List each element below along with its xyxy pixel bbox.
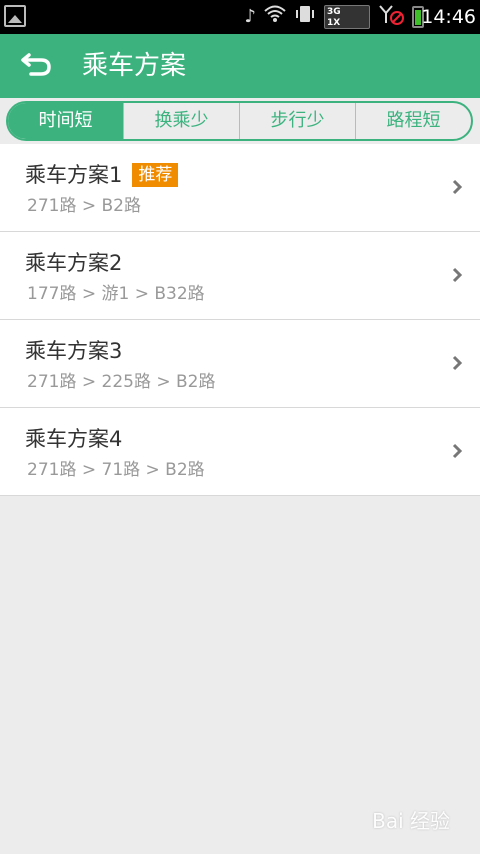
page-title: 乘车方案 [82, 51, 187, 81]
plan-list: 乘车方案1 推荐 271路 > B2路 乘车方案2 177路 > 游1 > B32… [0, 144, 480, 496]
tabs-bar: 时间短 换乘少 步行少 路程短 [0, 98, 480, 144]
list-item-plan-2[interactable]: 乘车方案2 177路 > 游1 > B32路 [0, 232, 480, 320]
tab-least-walking[interactable]: 步行少 [239, 103, 355, 139]
plan-route: 271路 > 71路 > B2路 [27, 460, 205, 480]
watermark-logo: Bai 经验 [372, 809, 450, 833]
gallery-icon [4, 5, 26, 27]
back-arrow-icon [21, 51, 53, 81]
sort-tabs: 时间短 换乘少 步行少 路程短 [6, 101, 473, 141]
status-icons: ♪ 3G 1X [244, 3, 424, 32]
no-signal-icon [378, 3, 404, 32]
chevron-right-icon [448, 178, 466, 196]
status-bar: ♪ 3G 1X 14:46 [0, 0, 480, 34]
chevron-right-icon [448, 442, 466, 460]
list-item-plan-1[interactable]: 乘车方案1 推荐 271路 > B2路 [0, 144, 480, 232]
tab-fewest-transfers[interactable]: 换乘少 [123, 103, 239, 139]
list-item-plan-3[interactable]: 乘车方案3 271路 > 225路 > B2路 [0, 320, 480, 408]
plan-route: 177路 > 游1 > B32路 [27, 284, 205, 304]
list-item-plan-4[interactable]: 乘车方案4 271路 > 71路 > B2路 [0, 408, 480, 496]
music-mute-icon: ♪ [244, 6, 257, 27]
plan-route: 271路 > 225路 > B2路 [27, 372, 216, 392]
chevron-right-icon [448, 354, 466, 372]
plan-title-text: 乘车方案1 [25, 163, 123, 187]
network-line1: 3G [327, 7, 341, 17]
title-bar: 乘车方案 [0, 34, 480, 98]
back-button[interactable] [14, 44, 60, 88]
wifi-icon [264, 5, 286, 30]
network-line2: 1X [327, 18, 341, 28]
status-time: 14:46 [421, 6, 476, 28]
plan-title: 乘车方案3 [25, 339, 123, 363]
tab-shortest-time[interactable]: 时间短 [8, 103, 123, 139]
recommended-badge: 推荐 [132, 163, 179, 187]
plan-title: 乘车方案2 [25, 251, 123, 275]
plan-title: 乘车方案4 [25, 427, 123, 451]
network-signal-icon: 3G 1X [324, 5, 370, 29]
vibrate-icon [294, 4, 316, 31]
tab-shortest-distance[interactable]: 路程短 [355, 103, 471, 139]
chevron-right-icon [448, 266, 466, 284]
plan-title: 乘车方案1 推荐 [25, 160, 179, 190]
plan-route: 271路 > B2路 [27, 196, 141, 216]
